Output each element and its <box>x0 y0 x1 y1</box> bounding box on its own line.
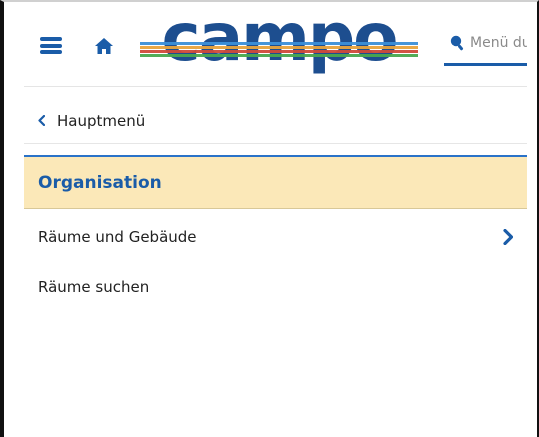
menu-search-input[interactable] <box>464 34 527 51</box>
menu-item-label: Räume suchen <box>38 278 150 296</box>
section-header: Organisation <box>24 155 527 209</box>
menu-search-field[interactable] <box>444 22 527 66</box>
menu-item-label: Räume und Gebäude <box>38 228 197 246</box>
app-header: campo <box>24 2 527 87</box>
logo-text: campo <box>161 6 396 76</box>
search-icon <box>450 35 464 50</box>
back-to-main-menu[interactable]: Hauptmenü <box>24 98 527 144</box>
menu-item-raeume-suchen[interactable]: Räume suchen <box>24 264 527 310</box>
back-label: Hauptmenü <box>57 111 146 130</box>
home-icon[interactable] <box>94 36 114 56</box>
section-title: Organisation <box>38 172 162 193</box>
chevron-left-icon <box>38 115 45 126</box>
hamburger-icon[interactable] <box>40 37 62 54</box>
chevron-right-icon <box>503 229 513 245</box>
menu-item-raeume-und-gebaeude[interactable]: Räume und Gebäude <box>24 214 527 260</box>
campo-logo[interactable]: campo <box>136 6 422 76</box>
